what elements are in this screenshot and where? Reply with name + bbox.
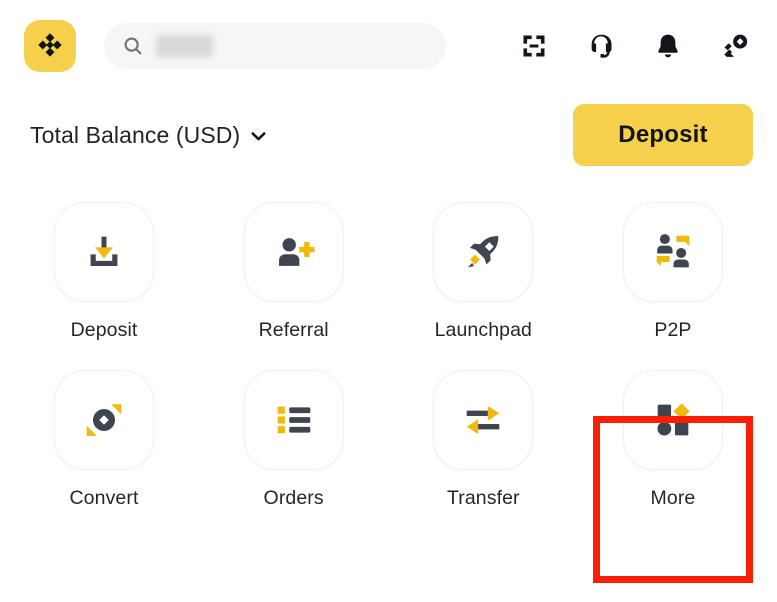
hand-coin-rewards-icon[interactable] (721, 32, 749, 60)
deposit-button[interactable]: Deposit (573, 104, 753, 166)
search-icon (124, 37, 142, 55)
tile-label: Transfer (446, 487, 520, 509)
tile-label: Orders (263, 487, 324, 509)
quick-action-orders[interactable]: Orders (214, 370, 374, 510)
more-shapes-icon (657, 403, 690, 436)
tile-card[interactable] (622, 370, 723, 470)
quick-action-referral[interactable]: Referral (214, 202, 374, 342)
orders-list-icon (277, 406, 310, 434)
quick-action-transfer[interactable]: Transfer (403, 370, 563, 510)
tile-card[interactable] (54, 370, 154, 470)
headset-support-icon[interactable] (587, 32, 615, 60)
tile-card[interactable] (54, 202, 154, 302)
quick-action-launchpad[interactable]: Launchpad (403, 202, 563, 342)
tile-card[interactable] (243, 370, 344, 470)
chevron-down-icon[interactable] (250, 128, 267, 145)
quick-action-p2p[interactable]: P2P (593, 202, 753, 342)
tile-label: Convert (69, 487, 139, 509)
tile-label: P2P (654, 319, 692, 341)
balance-row: Total Balance (USD) Deposit (0, 72, 777, 166)
tile-label: Referral (258, 319, 329, 341)
referral-person-plus-icon (278, 238, 315, 266)
total-balance-label[interactable]: Total Balance (USD) (30, 122, 240, 149)
tile-label: Deposit (70, 319, 138, 341)
tile-card[interactable] (622, 202, 723, 302)
tile-card[interactable] (433, 202, 534, 302)
tile-label: Launchpad (434, 319, 533, 341)
transfer-arrows-icon (467, 406, 500, 434)
quick-action-row: Convert Orders Transfer More (24, 370, 753, 510)
tile-card[interactable] (243, 202, 344, 302)
qr-scan-icon[interactable] (520, 32, 548, 60)
deposit-tray-icon (90, 236, 118, 266)
search-input[interactable]: ████ (104, 23, 446, 69)
tile-card[interactable] (433, 370, 534, 470)
p2p-two-people-icon (656, 234, 690, 268)
binance-logo-glyph (38, 33, 62, 57)
header-icon-group (520, 32, 755, 60)
app-header: ████ (0, 0, 777, 72)
quick-action-row: Deposit Referral Launchpad P2P (24, 202, 753, 342)
quick-action-grid: Deposit Referral Launchpad P2P Convert O… (0, 202, 777, 510)
quick-action-deposit[interactable]: Deposit (24, 202, 184, 342)
bell-notification-icon[interactable] (654, 32, 682, 60)
binance-logo-icon[interactable] (24, 20, 76, 72)
launchpad-rocket-icon (468, 235, 500, 268)
quick-action-more[interactable]: More (593, 370, 753, 510)
convert-circle-arrows-icon (86, 404, 122, 436)
quick-action-convert[interactable]: Convert (24, 370, 184, 510)
search-input-value: ████ (156, 35, 213, 57)
tile-label: More (650, 487, 696, 509)
